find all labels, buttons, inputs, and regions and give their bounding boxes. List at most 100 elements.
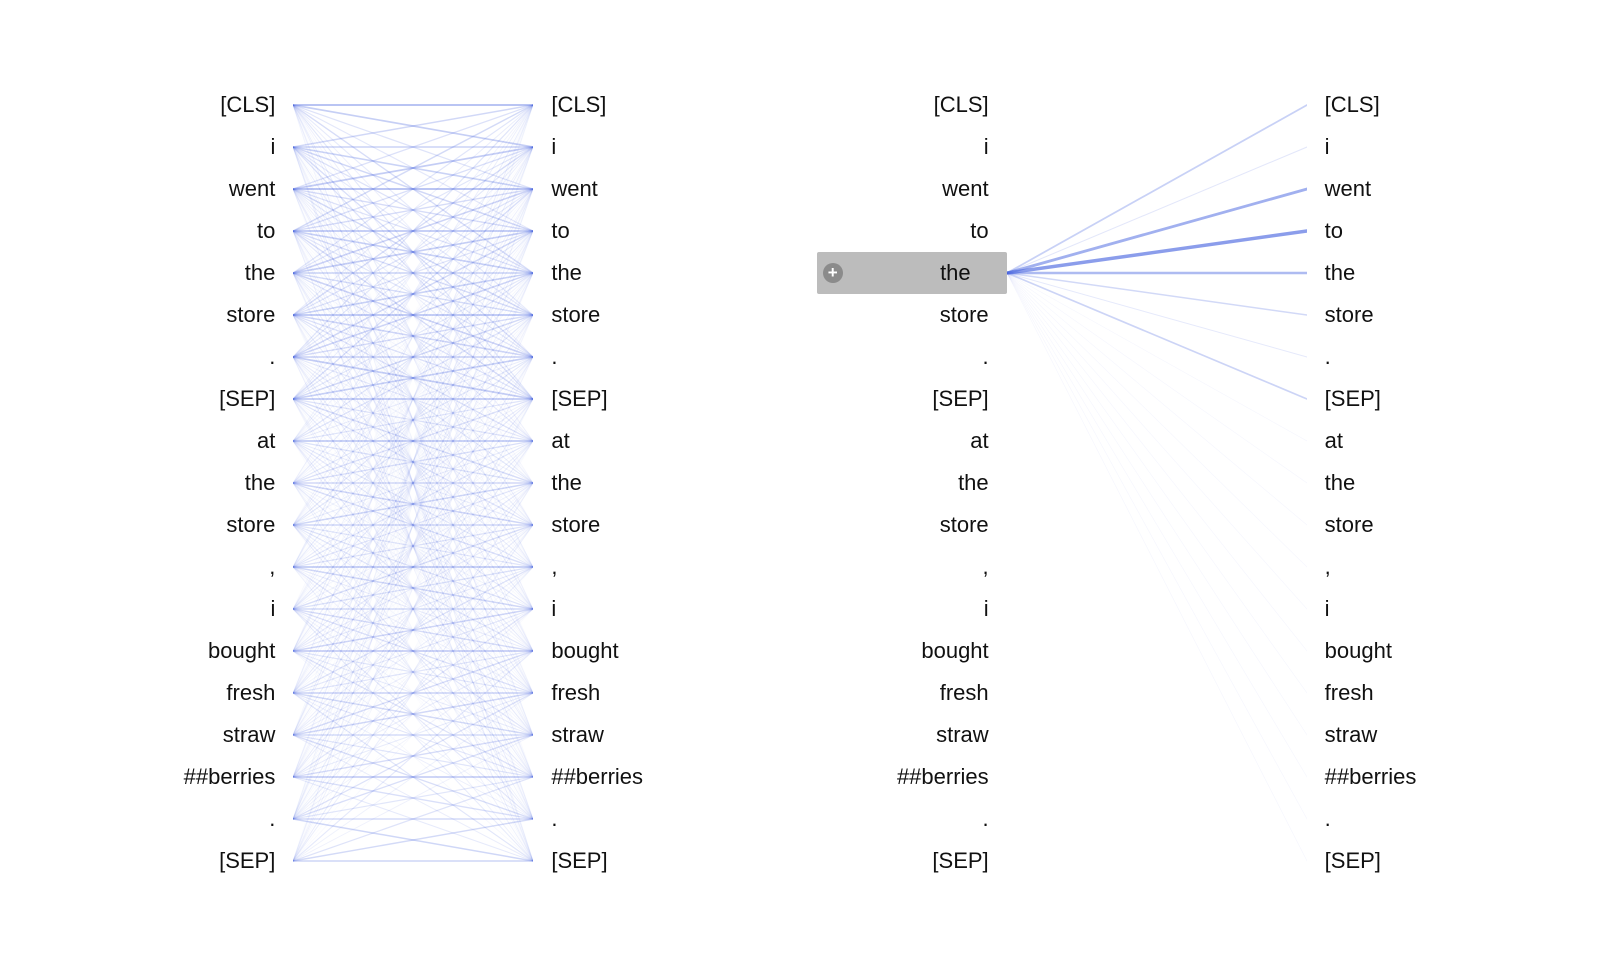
focus-attention-edge	[1007, 273, 1307, 441]
focus-src-token-8[interactable]: at	[817, 420, 1007, 462]
src-token-18[interactable]: [SEP]	[103, 840, 293, 882]
tgt-token-1[interactable]: i	[533, 126, 723, 168]
tgt-token-5[interactable]: store	[533, 294, 723, 336]
tgt-token-14[interactable]: fresh	[533, 672, 723, 714]
tgt-token-13[interactable]: bought	[533, 630, 723, 672]
focus-src-token-15[interactable]: straw	[817, 714, 1007, 756]
focus-tgt-token-12[interactable]: i	[1307, 588, 1497, 630]
focus-tgt-token-0[interactable]: [CLS]	[1307, 84, 1497, 126]
src-token-15[interactable]: straw	[103, 714, 293, 756]
focus-tgt-token-8[interactable]: at	[1307, 420, 1497, 462]
plus-icon[interactable]: +	[823, 263, 843, 283]
focus-attention-edge	[1007, 273, 1307, 861]
focus-attention-edge	[1007, 273, 1307, 777]
tgt-token-12[interactable]: i	[533, 588, 723, 630]
src-token-13[interactable]: bought	[103, 630, 293, 672]
src-token-11[interactable]: ,	[103, 546, 293, 588]
tgt-token-8[interactable]: at	[533, 420, 723, 462]
focus-tgt-token-16[interactable]: ##berries	[1307, 756, 1497, 798]
focus-src-token-14[interactable]: fresh	[817, 672, 1007, 714]
tgt-token-16[interactable]: ##berries	[533, 756, 723, 798]
focus-tgt-token-9[interactable]: the	[1307, 462, 1497, 504]
tgt-token-11[interactable]: ,	[533, 546, 723, 588]
focus-tgt-token-11[interactable]: ,	[1307, 546, 1497, 588]
tgt-token-15[interactable]: straw	[533, 714, 723, 756]
tgt-token-4[interactable]: the	[533, 252, 723, 294]
src-token-6[interactable]: .	[103, 336, 293, 378]
focus-tgt-token-5[interactable]: store	[1307, 294, 1497, 336]
focus-tgt-token-10[interactable]: store	[1307, 504, 1497, 546]
focus-src-token-0[interactable]: [CLS]	[817, 84, 1007, 126]
focus-tgt-token-15[interactable]: straw	[1307, 714, 1497, 756]
src-token-8[interactable]: at	[103, 420, 293, 462]
tgt-token-2[interactable]: went	[533, 168, 723, 210]
focus-right-token-column: [CLS]iwenttothestore.[SEP]atthestore,ibo…	[1307, 84, 1497, 882]
focus-tgt-token-2[interactable]: went	[1307, 168, 1497, 210]
tgt-token-18[interactable]: [SEP]	[533, 840, 723, 882]
src-token-9[interactable]: the	[103, 462, 293, 504]
focus-src-token-13[interactable]: bought	[817, 630, 1007, 672]
focus-src-token-11[interactable]: ,	[817, 546, 1007, 588]
focus-tgt-token-3[interactable]: to	[1307, 210, 1497, 252]
focus-attention-panel: [CLS]iwentto+thestore.[SEP]atthestore,ib…	[817, 84, 1497, 882]
focus-src-token-18[interactable]: [SEP]	[817, 840, 1007, 882]
full-attention-lines	[293, 84, 533, 882]
src-token-5[interactable]: store	[103, 294, 293, 336]
focus-src-token-6[interactable]: .	[817, 336, 1007, 378]
focus-src-token-10[interactable]: store	[817, 504, 1007, 546]
focus-src-token-3[interactable]: to	[817, 210, 1007, 252]
attention-highlight	[1307, 378, 1497, 420]
focus-src-token-7[interactable]: [SEP]	[817, 378, 1007, 420]
focus-tgt-token-1[interactable]: i	[1307, 126, 1497, 168]
attention-highlight	[1307, 84, 1497, 126]
focus-src-token-2[interactable]: went	[817, 168, 1007, 210]
focus-attention-edge	[1007, 273, 1307, 735]
right-token-column: [CLS]iwenttothestore.[SEP]atthestore,ibo…	[533, 84, 723, 882]
focus-tgt-token-7[interactable]: [SEP]	[1307, 378, 1497, 420]
focus-attention-edge	[1007, 105, 1307, 273]
focus-src-token-9[interactable]: the	[817, 462, 1007, 504]
src-token-17[interactable]: .	[103, 798, 293, 840]
src-token-16[interactable]: ##berries	[103, 756, 293, 798]
src-token-12[interactable]: i	[103, 588, 293, 630]
src-token-2[interactable]: went	[103, 168, 293, 210]
focus-tgt-token-18[interactable]: [SEP]	[1307, 840, 1497, 882]
src-token-1[interactable]: i	[103, 126, 293, 168]
focus-src-token-1[interactable]: i	[817, 126, 1007, 168]
attention-highlight	[1307, 210, 1497, 252]
focus-src-token-16[interactable]: ##berries	[817, 756, 1007, 798]
tgt-token-10[interactable]: store	[533, 504, 723, 546]
focus-attention-edge	[1007, 147, 1307, 273]
src-token-4[interactable]: the	[103, 252, 293, 294]
src-token-0[interactable]: [CLS]	[103, 84, 293, 126]
focus-attention-edge	[1007, 273, 1307, 609]
tgt-token-0[interactable]: [CLS]	[533, 84, 723, 126]
focus-src-token-17[interactable]: .	[817, 798, 1007, 840]
focus-attention-edge	[1007, 231, 1307, 273]
focus-attention-lines	[1007, 84, 1307, 882]
src-token-3[interactable]: to	[103, 210, 293, 252]
attention-highlight	[1307, 336, 1497, 378]
tgt-token-9[interactable]: the	[533, 462, 723, 504]
focus-src-token-12[interactable]: i	[817, 588, 1007, 630]
tgt-token-17[interactable]: .	[533, 798, 723, 840]
selected-token[interactable]: + the	[817, 252, 1007, 294]
focus-left-token-column: [CLS]iwentto+thestore.[SEP]atthestore,ib…	[817, 84, 1007, 882]
attention-highlight	[1307, 168, 1497, 210]
focus-tgt-token-13[interactable]: bought	[1307, 630, 1497, 672]
attention-highlight	[1307, 126, 1497, 168]
src-token-7[interactable]: [SEP]	[103, 378, 293, 420]
focus-attention-edge	[1007, 273, 1307, 357]
focus-tgt-token-14[interactable]: fresh	[1307, 672, 1497, 714]
tgt-token-3[interactable]: to	[533, 210, 723, 252]
tgt-token-6[interactable]: .	[533, 336, 723, 378]
focus-tgt-token-6[interactable]: .	[1307, 336, 1497, 378]
focus-src-token-5[interactable]: store	[817, 294, 1007, 336]
left-token-column: [CLS]iwenttothestore.[SEP]atthestore,ibo…	[103, 84, 293, 882]
focus-tgt-token-4[interactable]: the	[1307, 252, 1497, 294]
tgt-token-7[interactable]: [SEP]	[533, 378, 723, 420]
src-token-14[interactable]: fresh	[103, 672, 293, 714]
selected-token-label: the	[851, 252, 989, 294]
focus-tgt-token-17[interactable]: .	[1307, 798, 1497, 840]
src-token-10[interactable]: store	[103, 504, 293, 546]
